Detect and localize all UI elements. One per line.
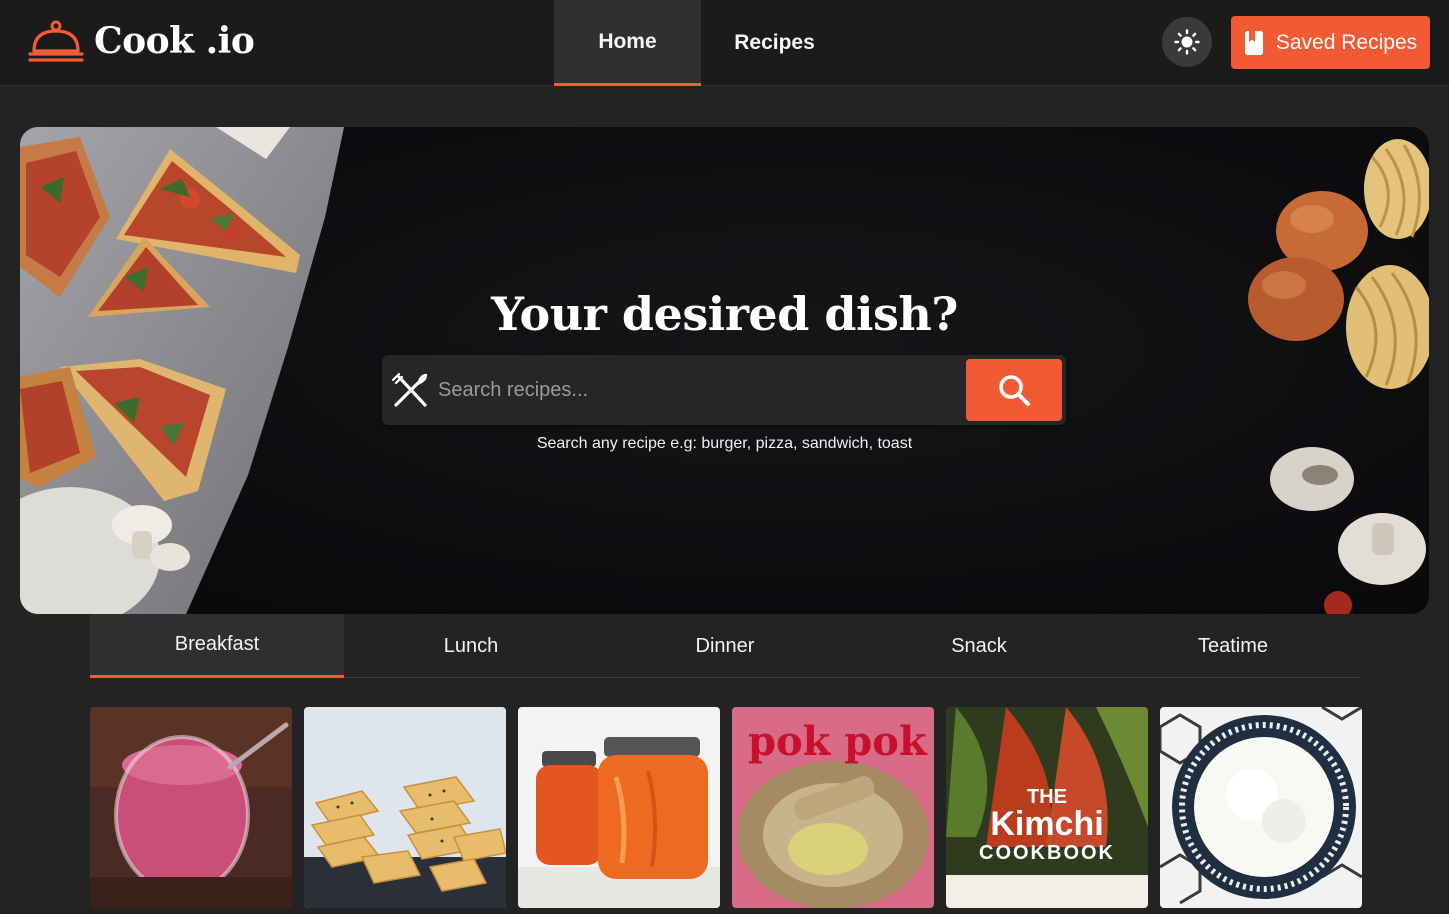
tab-lunch[interactable]: Lunch	[344, 614, 598, 678]
saved-recipes-button[interactable]: Saved Recipes	[1231, 16, 1430, 69]
recipe-card[interactable]	[304, 707, 506, 908]
saved-recipes-label: Saved Recipes	[1275, 30, 1418, 54]
tab-breakfast[interactable]: Breakfast	[90, 614, 344, 678]
top-header: Cook .io Home Recipes Saved Recipes	[0, 0, 1449, 86]
hero-title: Your desired dish?	[491, 287, 958, 341]
pok-pok-cookbook-image: pok pok	[732, 707, 934, 908]
recipe-card[interactable]: THE Kimchi COOKBOOK	[946, 707, 1148, 908]
tab-teatime[interactable]: Teatime	[1106, 614, 1360, 678]
hero-banner: Your desired dish? Search any recipe e.g…	[20, 127, 1429, 614]
recipe-card[interactable]	[1160, 707, 1362, 908]
recipe-card[interactable]	[518, 707, 720, 908]
recipe-card[interactable]: pok pok	[732, 707, 934, 908]
svg-text:COOKBOOK: COOKBOOK	[979, 842, 1115, 864]
logo[interactable]: Cook .io	[28, 18, 255, 64]
berry-smoothie-image	[90, 707, 292, 908]
bookmark-icon	[1244, 30, 1263, 55]
search-bar	[382, 355, 1066, 425]
svg-text:Kimchi: Kimchi	[990, 805, 1103, 843]
logo-text: Cook .io	[94, 20, 255, 62]
tab-dinner[interactable]: Dinner	[598, 614, 852, 678]
sun-icon	[1174, 29, 1200, 55]
recipe-card[interactable]	[90, 707, 292, 908]
theme-toggle-button[interactable]	[1162, 17, 1212, 67]
utensils-icon	[391, 372, 428, 407]
main-nav: Home Recipes	[554, 0, 848, 86]
recipe-card-grid: pok pok THE Kimchi COOKBOOK	[90, 707, 1362, 908]
search-icon	[999, 375, 1030, 406]
marmalade-jars-image	[518, 707, 720, 908]
cloche-icon	[28, 20, 84, 62]
search-hint: Search any recipe e.g: burger, pizza, sa…	[536, 435, 913, 452]
search-button[interactable]	[966, 359, 1062, 421]
search-input[interactable]	[438, 369, 958, 411]
tab-snack[interactable]: Snack	[852, 614, 1106, 678]
meal-tabs: Breakfast Lunch Dinner Snack Teatime	[90, 614, 1360, 678]
nav-recipes[interactable]: Recipes	[701, 0, 848, 86]
seeded-crackers-image	[304, 707, 506, 908]
pok-pok-cover-text: pok pok	[748, 718, 928, 765]
kimchi-cookbook-image: THE Kimchi COOKBOOK	[946, 707, 1148, 908]
rice-bowl-image	[1160, 707, 1362, 908]
nav-home[interactable]: Home	[554, 0, 701, 86]
